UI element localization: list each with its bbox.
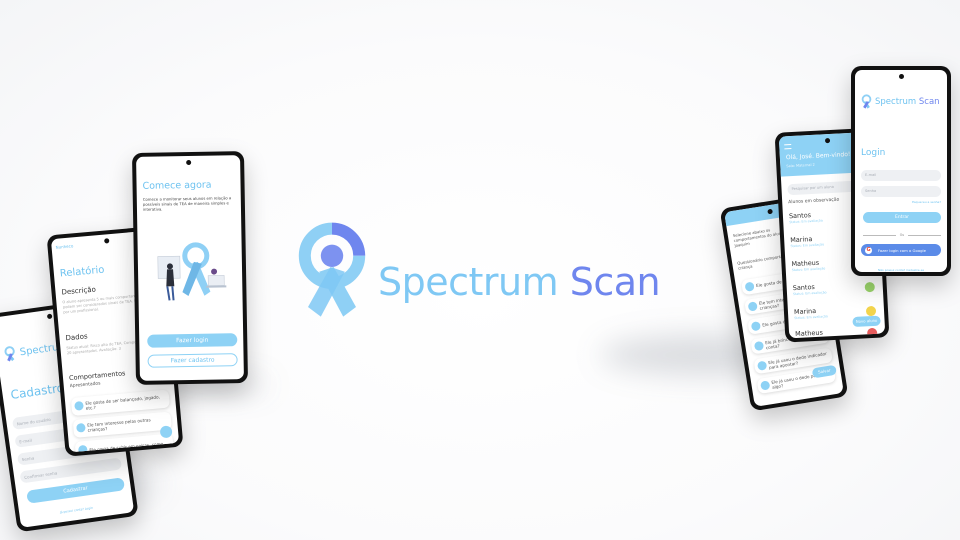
camera-icon: [103, 238, 109, 244]
signup-button[interactable]: Cadastrar: [26, 477, 126, 504]
check-icon: [753, 340, 765, 352]
start-description: Comece a monitorar seus alunos em relaçã…: [142, 195, 232, 212]
ribbon-logo-icon: [4, 346, 15, 362]
teacher-illustration-icon: [157, 242, 227, 301]
forgot-password-link[interactable]: Esqueceu a senha?: [912, 200, 941, 204]
check-icon: [74, 401, 84, 411]
menu-icon[interactable]: [784, 144, 792, 150]
check-icon: [747, 301, 758, 312]
report-behaviors-heading: Comportamentos: [68, 369, 126, 383]
brand-name-scan: Scan: [569, 260, 661, 304]
report-title: Relatório: [59, 264, 105, 280]
brand-logo: Spectrum Scan: [292, 222, 702, 322]
status-indicator-icon: [866, 327, 878, 339]
enter-button[interactable]: Entrar: [863, 212, 941, 223]
login-logo: Spectrum Scan: [860, 94, 940, 109]
ribbon-logo-icon: [298, 222, 366, 317]
camera-icon: [824, 138, 830, 144]
ribbon-logo-icon: [861, 94, 872, 109]
new-student-button[interactable]: Novo aluno: [852, 315, 881, 328]
check-icon: [760, 380, 771, 391]
report-behaviors-sub: Apresentados: [69, 381, 101, 390]
login-title: Login: [861, 148, 886, 158]
students-section-title: Alunos em observação: [788, 197, 840, 206]
camera-icon: [185, 159, 191, 166]
or-divider: Ou: [863, 233, 941, 237]
check-icon: [744, 281, 755, 292]
signup-title: Cadastro: [9, 380, 65, 403]
check-icon: [750, 321, 762, 332]
login-logo-word2: Scan: [918, 96, 940, 107]
start-screen: Comece agora Comece a monitorar seus alu…: [136, 155, 244, 381]
email-field[interactable]: E-mail: [861, 170, 941, 181]
signup-button[interactable]: Fazer cadastro: [147, 353, 238, 368]
camera-icon: [46, 313, 52, 320]
start-illustration: [155, 235, 228, 306]
check-icon: [77, 444, 88, 453]
signup-link[interactable]: Não possui conta? Cadastre-se: [855, 268, 947, 272]
phone-login: Spectrum Scan Login E-mail Senha Esquece…: [851, 66, 951, 276]
phone-start: Comece agora Comece a monitorar seus alu…: [131, 151, 249, 385]
brand-name: Spectrum Scan: [378, 260, 661, 304]
google-icon: G: [865, 246, 872, 254]
check-icon: [756, 360, 768, 371]
google-login-button[interactable]: G Fazer login com o Google: [861, 244, 941, 256]
camera-icon: [898, 74, 904, 79]
report-data-heading: Dados: [65, 332, 88, 343]
start-title: Comece agora: [142, 179, 212, 192]
signup-footer-link[interactable]: Já possui conta? Login: [20, 500, 133, 520]
login-logo-word1: Spectrum: [875, 96, 917, 107]
camera-icon: [766, 208, 773, 215]
list-item[interactable]: Santos Status: Em avaliação: [793, 280, 878, 306]
report-top-label: Nunheco: [55, 243, 74, 250]
login-screen: Spectrum Scan Login E-mail Senha Esquece…: [855, 70, 947, 272]
brand-name-spectrum: Spectrum: [378, 260, 559, 304]
password-field[interactable]: Senha: [861, 186, 941, 197]
login-button[interactable]: Fazer login: [147, 333, 238, 348]
check-icon: [76, 422, 86, 433]
report-description-heading: Descrição: [61, 285, 97, 297]
